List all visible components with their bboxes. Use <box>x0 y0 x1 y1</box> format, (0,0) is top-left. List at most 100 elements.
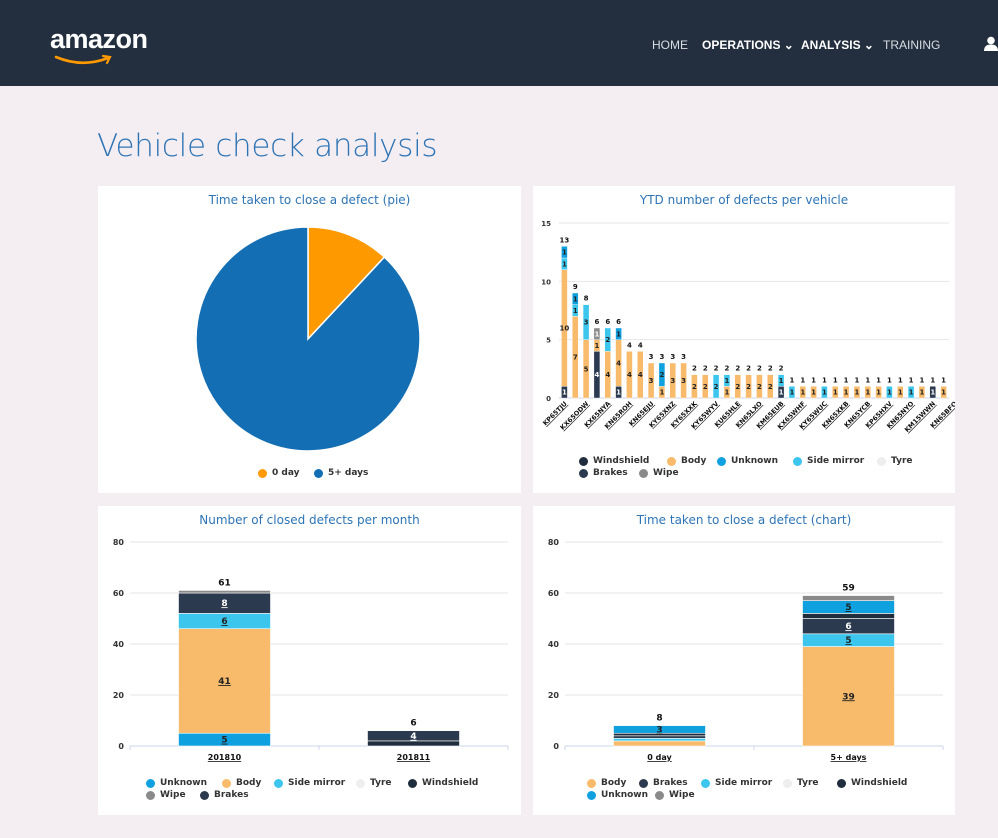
legend-dot-icon <box>717 456 726 466</box>
legend-item-tyre[interactable]: Tyre <box>877 456 912 466</box>
nav-home[interactable]: HOME <box>652 38 688 52</box>
nav-training[interactable]: TRAINING <box>883 38 940 52</box>
ytd-bar-chart: 0510151101113711953841164261416444433123… <box>541 220 955 434</box>
data-label: 1 <box>876 389 881 397</box>
legend-dot-icon <box>222 778 231 788</box>
legend-dot-icon <box>655 790 664 800</box>
data-label: 39 <box>842 692 855 702</box>
data-label: 3 <box>649 377 654 385</box>
bar-segment <box>613 740 706 747</box>
legend-label: Side mirror <box>288 778 346 788</box>
legend-label: Unknown <box>731 456 779 466</box>
data-label: 1 <box>594 342 599 350</box>
legend-dot-icon <box>783 778 792 788</box>
y-tick-label: 80 <box>113 538 125 547</box>
y-tick-label: 20 <box>113 691 125 700</box>
legend-item-wipe[interactable]: Wipe <box>146 790 186 800</box>
legend-label: Wipe <box>669 790 695 800</box>
legend-item-side-mirror[interactable]: Side mirror <box>793 456 864 466</box>
nav-operations[interactable]: OPERATIONS ⌄ <box>702 38 794 52</box>
data-label: 1 <box>594 330 599 338</box>
legend-item-wipe[interactable]: Wipe <box>639 468 679 478</box>
data-label: 4 <box>605 371 610 379</box>
legend-item-body[interactable]: Body <box>667 456 706 466</box>
total-label: 6 <box>410 719 416 729</box>
legend-item-windshield[interactable]: Windshield <box>579 456 649 466</box>
legend-item-tyre[interactable]: Tyre <box>356 778 391 788</box>
data-label: 2 <box>735 383 740 391</box>
data-label: 1 <box>919 389 924 397</box>
y-tick-label: 60 <box>548 589 560 598</box>
data-label: 1 <box>822 389 827 397</box>
legend-item-brakes[interactable]: Brakes <box>579 468 628 478</box>
y-tick-label: 40 <box>113 640 125 649</box>
data-label: 10 <box>560 325 570 333</box>
total-label: 1 <box>887 376 892 384</box>
data-label: 4 <box>410 732 416 742</box>
legend-item-brakes[interactable]: Brakes <box>200 790 249 800</box>
legend-dot-icon <box>667 456 676 466</box>
total-label: 3 <box>681 353 686 361</box>
data-label: 5 <box>584 365 589 373</box>
legend-label: Brakes <box>653 778 688 788</box>
data-label: 5 <box>845 636 851 646</box>
legend-item-5plus-days[interactable]: 5+ days <box>314 468 368 478</box>
total-label: 1 <box>822 376 827 384</box>
data-label: 1 <box>930 389 935 397</box>
x-tick-label: 201810 <box>208 753 242 762</box>
data-label: 1 <box>844 389 849 397</box>
legend-dot-icon <box>579 468 588 478</box>
legend-dot-icon <box>146 790 155 800</box>
bar-segment <box>802 595 895 601</box>
total-label: 2 <box>703 365 708 373</box>
total-label: 6 <box>616 318 621 326</box>
y-tick-label: 0 <box>553 742 559 751</box>
time-to-close-chart-panel: Time taken to close a defect (chart) 0 20… <box>533 506 955 815</box>
legend-item-0-day[interactable]: 0 day <box>258 468 300 478</box>
data-label: 1 <box>887 389 892 397</box>
data-label: 1 <box>573 307 578 315</box>
total-label: 1 <box>865 376 870 384</box>
data-label: 1 <box>909 389 914 397</box>
total-label: 6 <box>594 318 599 326</box>
legend-dot-icon <box>200 790 209 800</box>
legend-item-unknown[interactable]: Unknown <box>146 778 207 788</box>
user-icon[interactable] <box>984 36 998 52</box>
y-tick-label: 40 <box>548 640 560 649</box>
legend-item-windshield[interactable]: Windshield <box>837 778 907 788</box>
data-label: 1 <box>941 389 946 397</box>
legend-dot-icon <box>793 456 802 466</box>
data-label: 4 <box>594 371 599 379</box>
data-label: 1 <box>779 377 784 385</box>
total-label: 13 <box>560 236 570 244</box>
data-label: 2 <box>768 383 773 391</box>
total-label: 9 <box>573 283 578 291</box>
total-label: 1 <box>898 376 903 384</box>
legend-label: Side mirror <box>715 778 773 788</box>
data-label: 4 <box>616 360 621 368</box>
total-label: 59 <box>842 584 855 594</box>
legend-item-unknown[interactable]: Unknown <box>717 456 778 466</box>
total-label: 2 <box>735 365 740 373</box>
amazon-logo[interactable]: amazon <box>50 24 148 55</box>
legend-item-tyre[interactable]: Tyre <box>783 778 818 788</box>
legend-item-body[interactable]: Body <box>587 778 626 788</box>
legend-item-side-mirror[interactable]: Side mirror <box>701 778 772 788</box>
legend-item-brakes[interactable]: Brakes <box>639 778 688 788</box>
legend-label: Windshield <box>422 778 479 788</box>
total-label: 4 <box>627 341 632 349</box>
y-tick-label: 60 <box>113 589 125 598</box>
legend-item-windshield[interactable]: Windshield <box>408 778 478 788</box>
data-label: 1 <box>562 389 567 397</box>
page-title: Vehicle check analysis <box>97 128 438 164</box>
legend-item-body[interactable]: Body <box>222 778 261 788</box>
legend-item-unknown[interactable]: Unknown <box>587 790 648 800</box>
total-label: 61 <box>218 578 231 588</box>
y-tick-label: 15 <box>541 220 551 228</box>
data-label: 1 <box>789 389 794 397</box>
legend-item-wipe[interactable]: Wipe <box>655 790 695 800</box>
legend-item-side-mirror[interactable]: Side mirror <box>274 778 345 788</box>
nav-analysis[interactable]: ANALYSIS ⌄ <box>801 38 874 52</box>
pie-slice-5-days <box>195 226 421 452</box>
total-label: 3 <box>659 353 664 361</box>
